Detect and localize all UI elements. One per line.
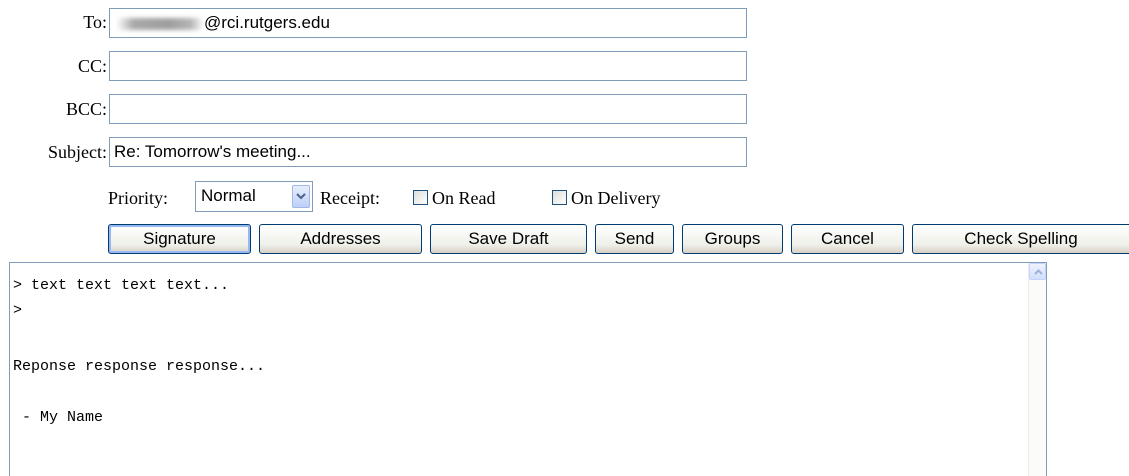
save-draft-button[interactable]: Save Draft: [430, 224, 587, 254]
groups-button[interactable]: Groups: [682, 224, 783, 254]
send-button[interactable]: Send: [595, 224, 674, 254]
receipt-label: Receipt:: [320, 188, 380, 208]
chevron-down-icon[interactable]: [292, 185, 310, 208]
on-delivery-label: On Delivery: [571, 188, 661, 208]
priority-select[interactable]: Normal: [195, 181, 313, 212]
addresses-button[interactable]: Addresses: [259, 224, 422, 254]
bcc-label: BCC:: [65, 99, 107, 119]
subject-field[interactable]: Re: Tomorrow's meeting...: [109, 137, 747, 167]
priority-label: Priority:: [108, 188, 169, 208]
on-delivery-checkbox[interactable]: [552, 190, 567, 205]
cc-label: CC:: [77, 56, 107, 76]
check-spelling-button[interactable]: Check Spelling: [912, 224, 1129, 254]
on-read-checkbox[interactable]: [413, 190, 428, 205]
to-field-value: @rci.rutgers.edu: [204, 13, 330, 32]
subject-label: Subject:: [48, 142, 107, 162]
on-read-label: On Read: [432, 188, 496, 208]
body-line: Reponse response response...: [13, 358, 266, 375]
body-line: >: [13, 302, 23, 319]
cancel-button[interactable]: Cancel: [791, 224, 904, 254]
to-field[interactable]: @rci.rutgers.edu: [109, 8, 747, 38]
message-body-textarea[interactable]: > text text text text... > Reponse respo…: [9, 262, 1047, 476]
subject-field-value: Re: Tomorrow's meeting...: [114, 142, 311, 161]
body-line: > text text text text...: [13, 277, 230, 294]
redacted-username: [116, 18, 204, 30]
to-label: To:: [83, 12, 107, 32]
vertical-scrollbar[interactable]: [1028, 263, 1046, 476]
chevron-up-icon[interactable]: [1029, 263, 1046, 280]
body-line: - My Name: [13, 409, 104, 426]
cc-field[interactable]: [109, 51, 747, 81]
priority-select-value: Normal: [201, 186, 256, 205]
bcc-field[interactable]: [109, 94, 747, 124]
signature-button[interactable]: Signature: [108, 224, 251, 254]
